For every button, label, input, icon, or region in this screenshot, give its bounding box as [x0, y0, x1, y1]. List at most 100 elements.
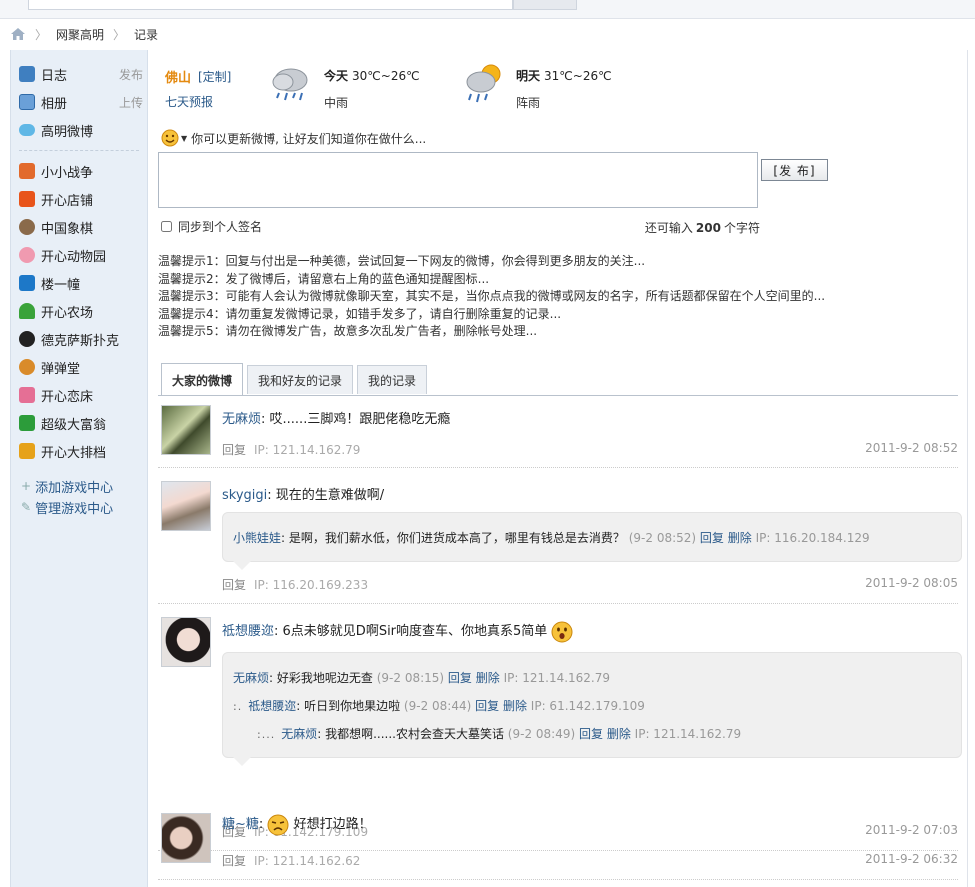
post-user-link[interactable]: 无麻烦	[222, 412, 261, 427]
delete-link[interactable]: 删除	[607, 727, 631, 741]
reply-notch	[233, 757, 251, 766]
top-search-button[interactable]	[513, 0, 577, 10]
home-icon[interactable]	[10, 27, 26, 41]
tip-item: 温馨提示4：请勿重复发微博记录，如错手发多了，请自行删除重复的记录...	[158, 306, 562, 321]
game-icon	[19, 415, 35, 431]
sidebar-item-weibo[interactable]: 高明微博	[19, 120, 139, 140]
album-icon	[19, 94, 35, 110]
reply-notch	[233, 561, 251, 570]
top-search-input[interactable]	[28, 0, 513, 10]
sidebar-item-game[interactable]: 开心店铺	[19, 189, 139, 209]
reply-ip: IP: 61.142.179.109	[530, 699, 645, 713]
publish-button[interactable]: [发 布]	[761, 159, 828, 181]
avatar[interactable]	[161, 481, 211, 531]
sidebar-item-label: 高明微博	[41, 124, 94, 140]
wrench-icon: ✎	[21, 500, 32, 514]
status-prompt-text: 你可以更新微博, 让好友们知道你在做什么...	[191, 131, 427, 146]
weather-tomorrow-label: 明天	[516, 69, 541, 83]
post-text: 好想打边路！	[293, 817, 372, 832]
sync-signature-option[interactable]: 同步到个人签名	[161, 218, 262, 235]
game-icon	[19, 163, 35, 179]
post-divider	[158, 850, 958, 851]
reply-text: 是啊，我们薪水低，你们进货成本高了，哪里有钱总是去消费？	[288, 531, 625, 545]
sidebar-item-game[interactable]: 中国象棋	[19, 217, 139, 237]
sidebar-item-game[interactable]: 开心大排档	[19, 441, 139, 461]
sidebar-item-label: 超级大富翁	[41, 417, 107, 433]
reply-item: :... 无麻烦: 我都想啊......农村会查天大墓笑话 (9-2 08:49)…	[257, 727, 742, 741]
rain-cloud-icon	[272, 68, 308, 101]
reply-link[interactable]: 回复	[222, 443, 246, 457]
delete-link[interactable]: 删除	[476, 671, 500, 685]
reply-thread: 小熊娃娃: 是啊，我们薪水低，你们进货成本高了，哪里有钱总是去消费？ (9-2 …	[222, 512, 962, 570]
post-divider	[158, 603, 958, 604]
post-meta: 回复 IP: 121.14.162.79	[222, 441, 360, 458]
sidebar-item-game[interactable]: 小小战争	[19, 161, 139, 181]
reply-link[interactable]: 回复	[222, 578, 246, 592]
tab-everyone[interactable]: 大家的微博	[161, 363, 244, 396]
delete-link[interactable]: 删除	[503, 699, 527, 713]
add-game-center-label: 添加游戏中心	[35, 480, 114, 496]
reply-item: :. 祗想腰迩: 听日到你地果边啦 (9-2 08:44) 回复 删除 IP: 6…	[233, 699, 645, 713]
reply-time: (9-2 08:52)	[628, 531, 697, 545]
status-prompt: ▼ 你可以更新微博, 让好友们知道你在做什么...	[161, 129, 426, 147]
sidebar-item-game[interactable]: 开心农场	[19, 301, 139, 321]
sidebar-item-game[interactable]: 德克萨斯扑克	[19, 329, 139, 349]
weather-customize-link[interactable]: [定制]	[198, 68, 231, 85]
tab-my-records[interactable]: 我的记录	[357, 365, 428, 394]
sidebar-item-game[interactable]: 开心恋床	[19, 385, 139, 405]
weather-city: 佛山	[165, 71, 192, 86]
chevron-down-icon[interactable]: ▼	[181, 134, 187, 143]
journal-publish-link[interactable]: 发布	[119, 66, 143, 83]
add-game-center-link[interactable]: + 添加游戏中心	[21, 477, 114, 496]
reply-link[interactable]: 回复	[579, 727, 603, 741]
avatar[interactable]	[161, 405, 211, 455]
sidebar-item-journal[interactable]: 日志 发布	[19, 64, 143, 84]
reply-user-link[interactable]: 无麻烦	[281, 727, 317, 741]
speech-bubble-icon	[19, 124, 35, 136]
delete-link[interactable]: 删除	[728, 531, 752, 545]
reply-link[interactable]: 回复	[475, 699, 499, 713]
reply-user-link[interactable]: 祗想腰迩	[248, 699, 296, 713]
reply-link[interactable]: 回复	[700, 531, 724, 545]
avatar[interactable]	[161, 617, 211, 667]
sidebar-item-album[interactable]: 相册 上传	[19, 92, 143, 112]
reply-user-link[interactable]: 无麻烦	[233, 671, 269, 685]
tab-me-and-friends[interactable]: 我和好友的记录	[247, 365, 354, 394]
weather-today-desc: 中雨	[324, 96, 349, 110]
sidebar-item-label: 相册	[41, 96, 68, 112]
sidebar-item-game[interactable]: 超级大富翁	[19, 413, 139, 433]
sidebar-item-label: 开心大排档	[41, 445, 107, 461]
seven-day-forecast-link[interactable]: 七天预报	[165, 93, 213, 110]
manage-game-center-link[interactable]: ✎ 管理游戏中心	[21, 498, 113, 517]
album-upload-link[interactable]: 上传	[119, 94, 143, 111]
char-remaining-count: 200	[695, 221, 721, 235]
post-content: 无麻烦: 哎......三脚鸡！跟肥佬稳吃无瘾	[222, 412, 451, 427]
post-user-link[interactable]: 糖~糖	[222, 817, 259, 832]
reply-link[interactable]: 回复	[448, 671, 472, 685]
post-user-link[interactable]: skygigi	[222, 488, 267, 503]
breadcrumb-site-link[interactable]: 网聚高明	[56, 26, 104, 43]
avatar[interactable]	[161, 813, 211, 863]
post-user-link[interactable]: 祗想腰迩	[222, 624, 274, 639]
post-divider	[158, 467, 958, 468]
reply-user-link[interactable]: 小熊娃娃	[233, 531, 281, 545]
top-bar	[0, 0, 975, 19]
post-content: skygigi: 现在的生意难做啊/	[222, 488, 385, 503]
tip-item: 温馨提示5：请勿在微博发广告，故意多次乱发广告者，删除帐号处理...	[158, 324, 538, 338]
sidebar-item-game[interactable]: 弹弹堂	[19, 357, 139, 377]
reply-link[interactable]: 回复	[222, 854, 246, 868]
game-icon	[19, 247, 35, 263]
post-text: 6点未够就见D啊Sir响度查车、你地真系5简单	[282, 624, 548, 639]
post-meta: 回复 IP: 121.14.162.62	[222, 852, 360, 869]
sync-signature-checkbox[interactable]	[161, 221, 172, 232]
breadcrumb-separator: 〉	[35, 27, 48, 42]
reply-time: (9-2 08:15)	[376, 671, 445, 685]
smiley-icon[interactable]	[161, 129, 179, 147]
status-input[interactable]	[158, 152, 758, 208]
sidebar-item-game[interactable]: 楼一幢	[19, 273, 139, 293]
weather-today: 今天 30℃~26℃	[324, 67, 420, 84]
sidebar-item-game[interactable]: 开心动物园	[19, 245, 139, 265]
post-time: 2011-9-2 07:03	[865, 823, 958, 837]
game-icon	[19, 191, 35, 207]
post-content: 糖~糖: 好想打边路！	[222, 813, 372, 836]
